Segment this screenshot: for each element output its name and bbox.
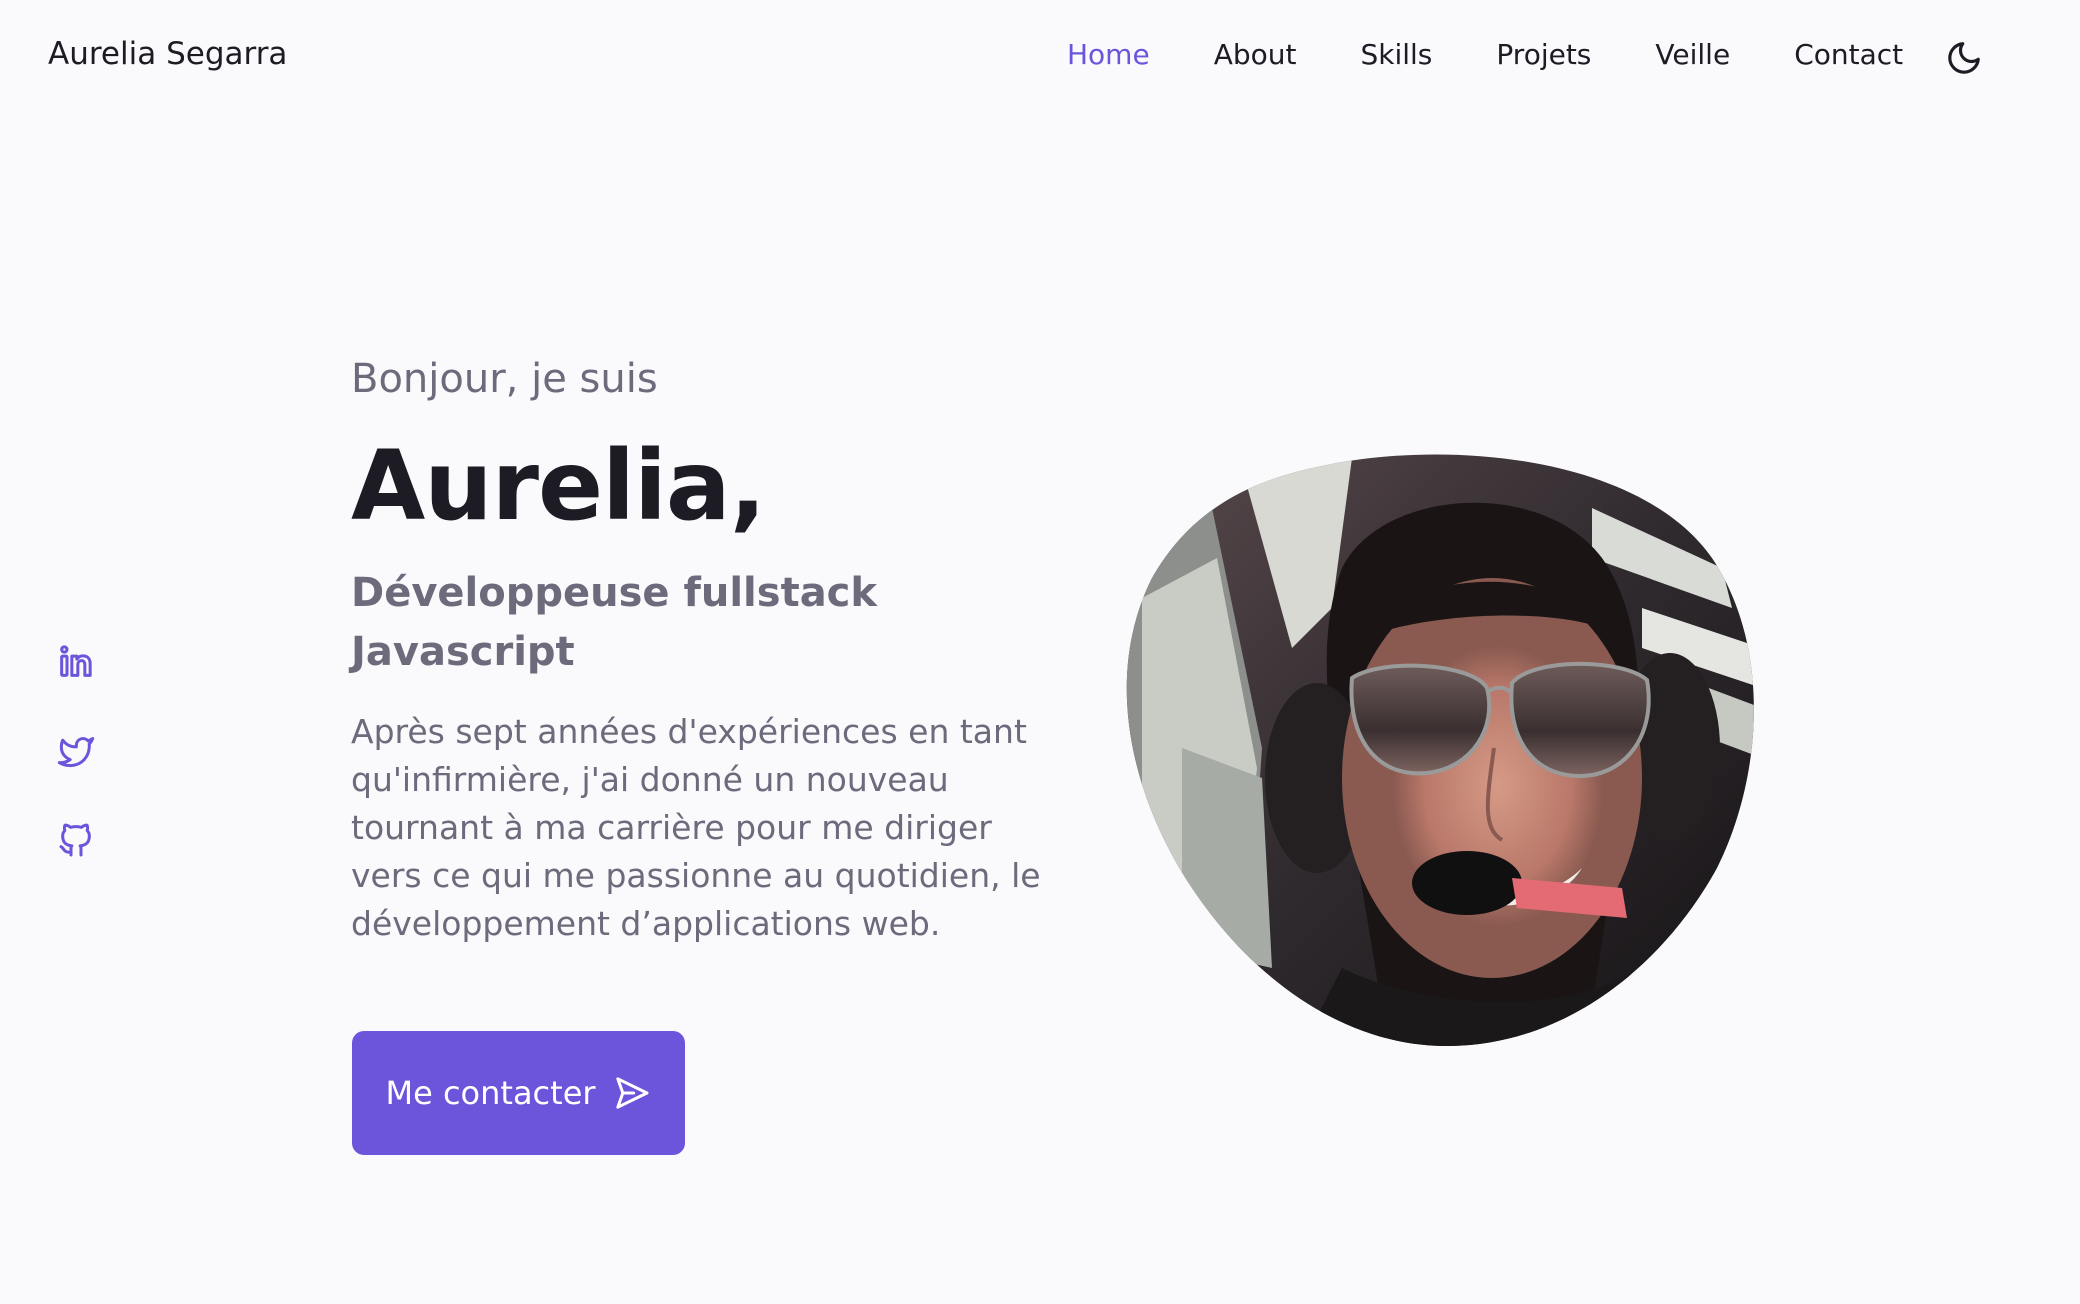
profile-photo-blob: [1126, 454, 1754, 1046]
send-icon: [615, 1077, 649, 1109]
hero-name: Aurelia,: [351, 430, 766, 542]
github-link[interactable]: [56, 820, 96, 860]
hero-description: Après sept années d'expériences en tant …: [351, 712, 1041, 943]
linkedin-icon: [60, 645, 92, 677]
hero-section: Bonjour, je suis Aurelia, Développeuse f…: [351, 356, 1041, 948]
github-icon: [59, 823, 91, 857]
nav-link-veille[interactable]: Veille: [1655, 38, 1730, 71]
hero-role: Développeuse fullstack Javascript: [351, 570, 877, 675]
profile-photo: [1122, 448, 1762, 1046]
nav-link-skills[interactable]: Skills: [1360, 38, 1432, 71]
hero-greeting: Bonjour, je suis: [351, 356, 658, 402]
contact-button[interactable]: Me contacter: [352, 1031, 685, 1155]
main-nav: Home About Skills Projets Veille Contact: [1067, 38, 1903, 71]
social-links: [56, 642, 98, 909]
brand-logo[interactable]: Aurelia Segarra: [48, 36, 287, 72]
twitter-icon: [57, 737, 95, 768]
nav-link-projets[interactable]: Projets: [1496, 38, 1591, 71]
site-header: Aurelia Segarra Home About Skills Projet…: [0, 0, 2080, 116]
contact-button-label: Me contacter: [385, 1074, 596, 1112]
theme-toggle-button[interactable]: [1944, 38, 1984, 78]
nav-link-home[interactable]: Home: [1067, 38, 1150, 71]
nav-link-contact[interactable]: Contact: [1794, 38, 1903, 71]
linkedin-link[interactable]: [56, 642, 96, 682]
nav-link-about[interactable]: About: [1214, 38, 1297, 71]
twitter-link[interactable]: [56, 731, 96, 771]
moon-icon: [1948, 42, 1980, 74]
